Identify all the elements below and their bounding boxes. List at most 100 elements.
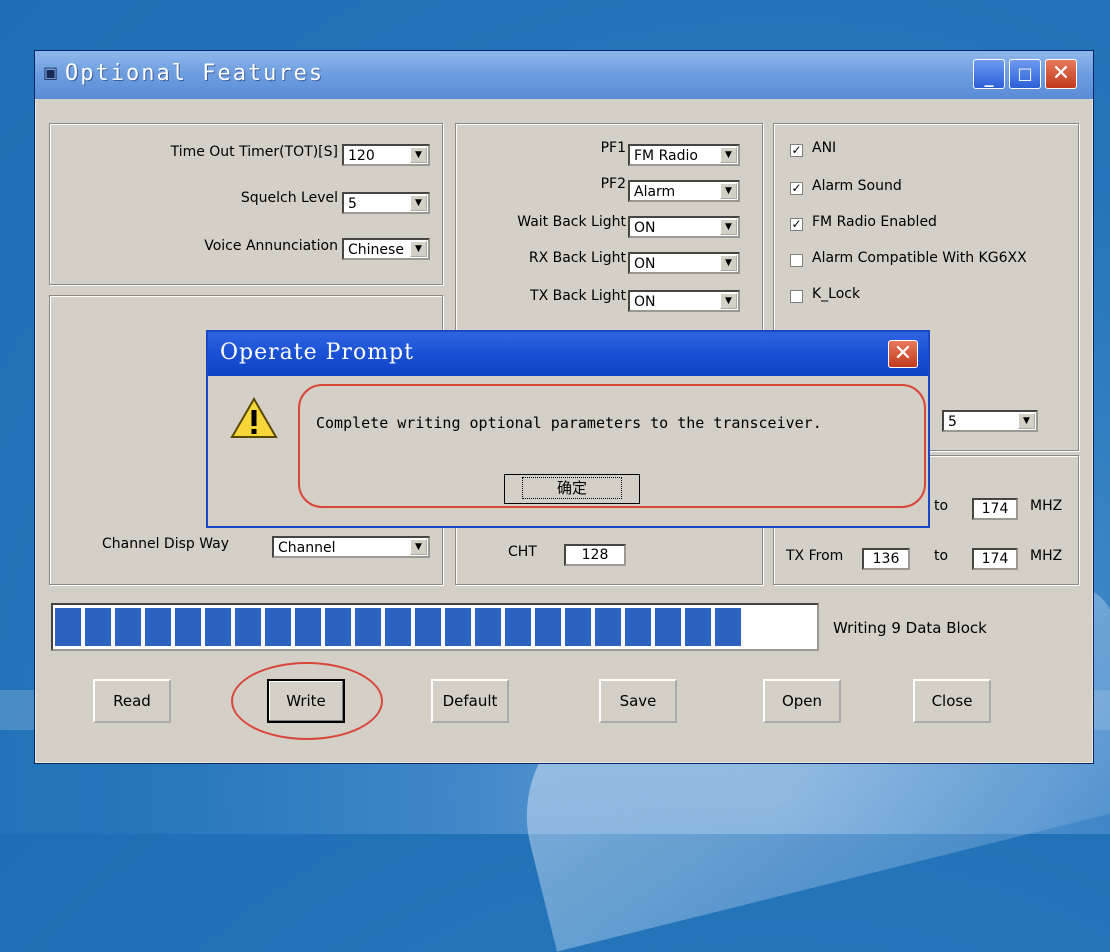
voice-select[interactable]: Chinese ▼ bbox=[342, 238, 430, 260]
progress-block bbox=[685, 608, 711, 646]
dialog-close-icon[interactable]: ✕ bbox=[888, 340, 918, 368]
wait-back-light-value: ON bbox=[634, 220, 656, 236]
chevron-down-icon: ▼ bbox=[720, 219, 737, 235]
alarm-compatible-checkbox[interactable] bbox=[790, 254, 803, 267]
chevron-down-icon: ▼ bbox=[720, 183, 737, 199]
alarm-sound-label: Alarm Sound bbox=[812, 178, 902, 194]
open-button[interactable]: Open bbox=[763, 679, 841, 723]
rx-back-light-value: ON bbox=[634, 256, 656, 272]
progress-block bbox=[535, 608, 561, 646]
tx-to-label: to bbox=[934, 548, 949, 564]
channel-disp-label: Channel Disp Way bbox=[102, 536, 230, 552]
option-value: 5 bbox=[948, 414, 957, 430]
progress-block bbox=[145, 608, 171, 646]
option-select[interactable]: 5 ▼ bbox=[942, 410, 1038, 432]
squelch-value: 5 bbox=[348, 196, 357, 212]
channel-disp-value: Channel bbox=[278, 540, 336, 556]
progress-block bbox=[325, 608, 351, 646]
wait-back-light-select[interactable]: ON ▼ bbox=[628, 216, 740, 238]
voice-label: Voice Annunciation bbox=[204, 238, 338, 254]
squelch-label: Squelch Level bbox=[240, 190, 338, 206]
window-app-icon: ▣ bbox=[43, 63, 59, 82]
pf1-select[interactable]: FM Radio ▼ bbox=[628, 144, 740, 166]
tx-back-light-label: TX Back Light bbox=[530, 288, 626, 304]
squelch-select[interactable]: 5 ▼ bbox=[342, 192, 430, 214]
tot-label: Time Out Timer(TOT)[S] bbox=[170, 144, 338, 160]
fm-radio-enabled-label: FM Radio Enabled bbox=[812, 214, 937, 230]
progress-block bbox=[415, 608, 441, 646]
write-progress-bar bbox=[51, 603, 819, 651]
tx-unit-label: MHZ bbox=[1030, 548, 1063, 564]
progress-block bbox=[595, 608, 621, 646]
warning-icon bbox=[230, 397, 278, 438]
tx-back-light-select[interactable]: ON ▼ bbox=[628, 290, 740, 312]
pf1-value: FM Radio bbox=[634, 148, 698, 164]
progress-block bbox=[175, 608, 201, 646]
minimize-icon[interactable]: _ bbox=[973, 59, 1005, 89]
write-button[interactable]: Write bbox=[267, 679, 345, 723]
progress-block bbox=[295, 608, 321, 646]
chevron-down-icon: ▼ bbox=[720, 147, 737, 163]
pf2-select[interactable]: Alarm ▼ bbox=[628, 180, 740, 202]
k-lock-checkbox[interactable] bbox=[790, 290, 803, 303]
pf2-value: Alarm bbox=[634, 184, 676, 200]
close-icon[interactable]: ✕ bbox=[1045, 59, 1077, 89]
chevron-down-icon: ▼ bbox=[410, 195, 427, 211]
close-button[interactable]: Close bbox=[913, 679, 991, 723]
k-lock-label: K_Lock bbox=[812, 286, 861, 302]
rx-back-light-select[interactable]: ON ▼ bbox=[628, 252, 740, 274]
channel-disp-select[interactable]: Channel ▼ bbox=[272, 536, 430, 558]
tx-from-input[interactable]: 136 bbox=[862, 548, 910, 570]
chevron-down-icon: ▼ bbox=[410, 147, 427, 163]
chevron-down-icon: ▼ bbox=[720, 293, 737, 309]
dialog-titlebar[interactable]: Operate Prompt ✕ bbox=[208, 332, 928, 376]
fm-radio-enabled-checkbox[interactable]: ✓ bbox=[790, 218, 803, 231]
progress-block bbox=[85, 608, 111, 646]
ok-button-label: 确定 bbox=[521, 477, 622, 499]
tx-to-input[interactable]: 174 bbox=[972, 548, 1018, 570]
progress-block bbox=[55, 608, 81, 646]
progress-block bbox=[205, 608, 231, 646]
cht-label: CHT bbox=[508, 544, 537, 560]
window-titlebar[interactable]: ▣ Optional Features _ □ ✕ bbox=[35, 51, 1093, 99]
save-button[interactable]: Save bbox=[599, 679, 677, 723]
panel-basic-settings: Time Out Timer(TOT)[S] 120 ▼ Squelch Lev… bbox=[49, 123, 443, 285]
chevron-down-icon: ▼ bbox=[410, 539, 427, 555]
dialog-message: Complete writing optional parameters to … bbox=[316, 414, 822, 432]
ani-checkbox[interactable]: ✓ bbox=[790, 144, 803, 157]
progress-block bbox=[505, 608, 531, 646]
progress-block bbox=[265, 608, 291, 646]
wait-back-light-label: Wait Back Light bbox=[517, 214, 626, 230]
chevron-down-icon: ▼ bbox=[720, 255, 737, 271]
tot-value: 120 bbox=[348, 148, 375, 164]
progress-block bbox=[715, 608, 741, 646]
tx-back-light-value: ON bbox=[634, 294, 656, 310]
cht-input[interactable]: 128 bbox=[564, 544, 626, 566]
read-button[interactable]: Read bbox=[93, 679, 171, 723]
progress-block bbox=[445, 608, 471, 646]
tx-from-label: TX From bbox=[786, 548, 844, 564]
progress-block bbox=[475, 608, 501, 646]
alarm-compatible-label: Alarm Compatible With KG6XX bbox=[812, 250, 1027, 266]
chevron-down-icon: ▼ bbox=[410, 241, 427, 257]
window-title: Optional Features bbox=[65, 61, 325, 86]
rx-back-light-label: RX Back Light bbox=[528, 250, 626, 266]
progress-block bbox=[115, 608, 141, 646]
rx-to-input[interactable]: 174 bbox=[972, 498, 1018, 520]
default-button[interactable]: Default bbox=[431, 679, 509, 723]
pf1-label: PF1 bbox=[600, 140, 626, 156]
tot-select[interactable]: 120 ▼ bbox=[342, 144, 430, 166]
dialog-title: Operate Prompt bbox=[220, 340, 414, 365]
progress-block bbox=[235, 608, 261, 646]
ani-label: ANI bbox=[812, 140, 837, 156]
pf2-label: PF2 bbox=[600, 176, 626, 192]
rx-to-label: to bbox=[934, 498, 949, 514]
alarm-sound-checkbox[interactable]: ✓ bbox=[790, 182, 803, 195]
progress-block bbox=[565, 608, 591, 646]
progress-block bbox=[655, 608, 681, 646]
chevron-down-icon: ▼ bbox=[1018, 413, 1035, 429]
progress-block bbox=[385, 608, 411, 646]
ok-button[interactable]: 确定 bbox=[504, 474, 640, 504]
operate-prompt-dialog: Operate Prompt ✕ Complete writing option… bbox=[206, 330, 930, 528]
maximize-icon[interactable]: □ bbox=[1009, 59, 1041, 89]
